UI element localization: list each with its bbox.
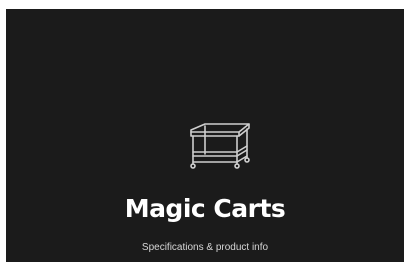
app-title: Magic Carts — [124, 194, 286, 223]
app-subtitle: Specifications & product info — [141, 242, 269, 253]
splash-screen: Magic Carts Specifications & product inf… — [6, 9, 404, 262]
cart-icon — [190, 123, 250, 169]
